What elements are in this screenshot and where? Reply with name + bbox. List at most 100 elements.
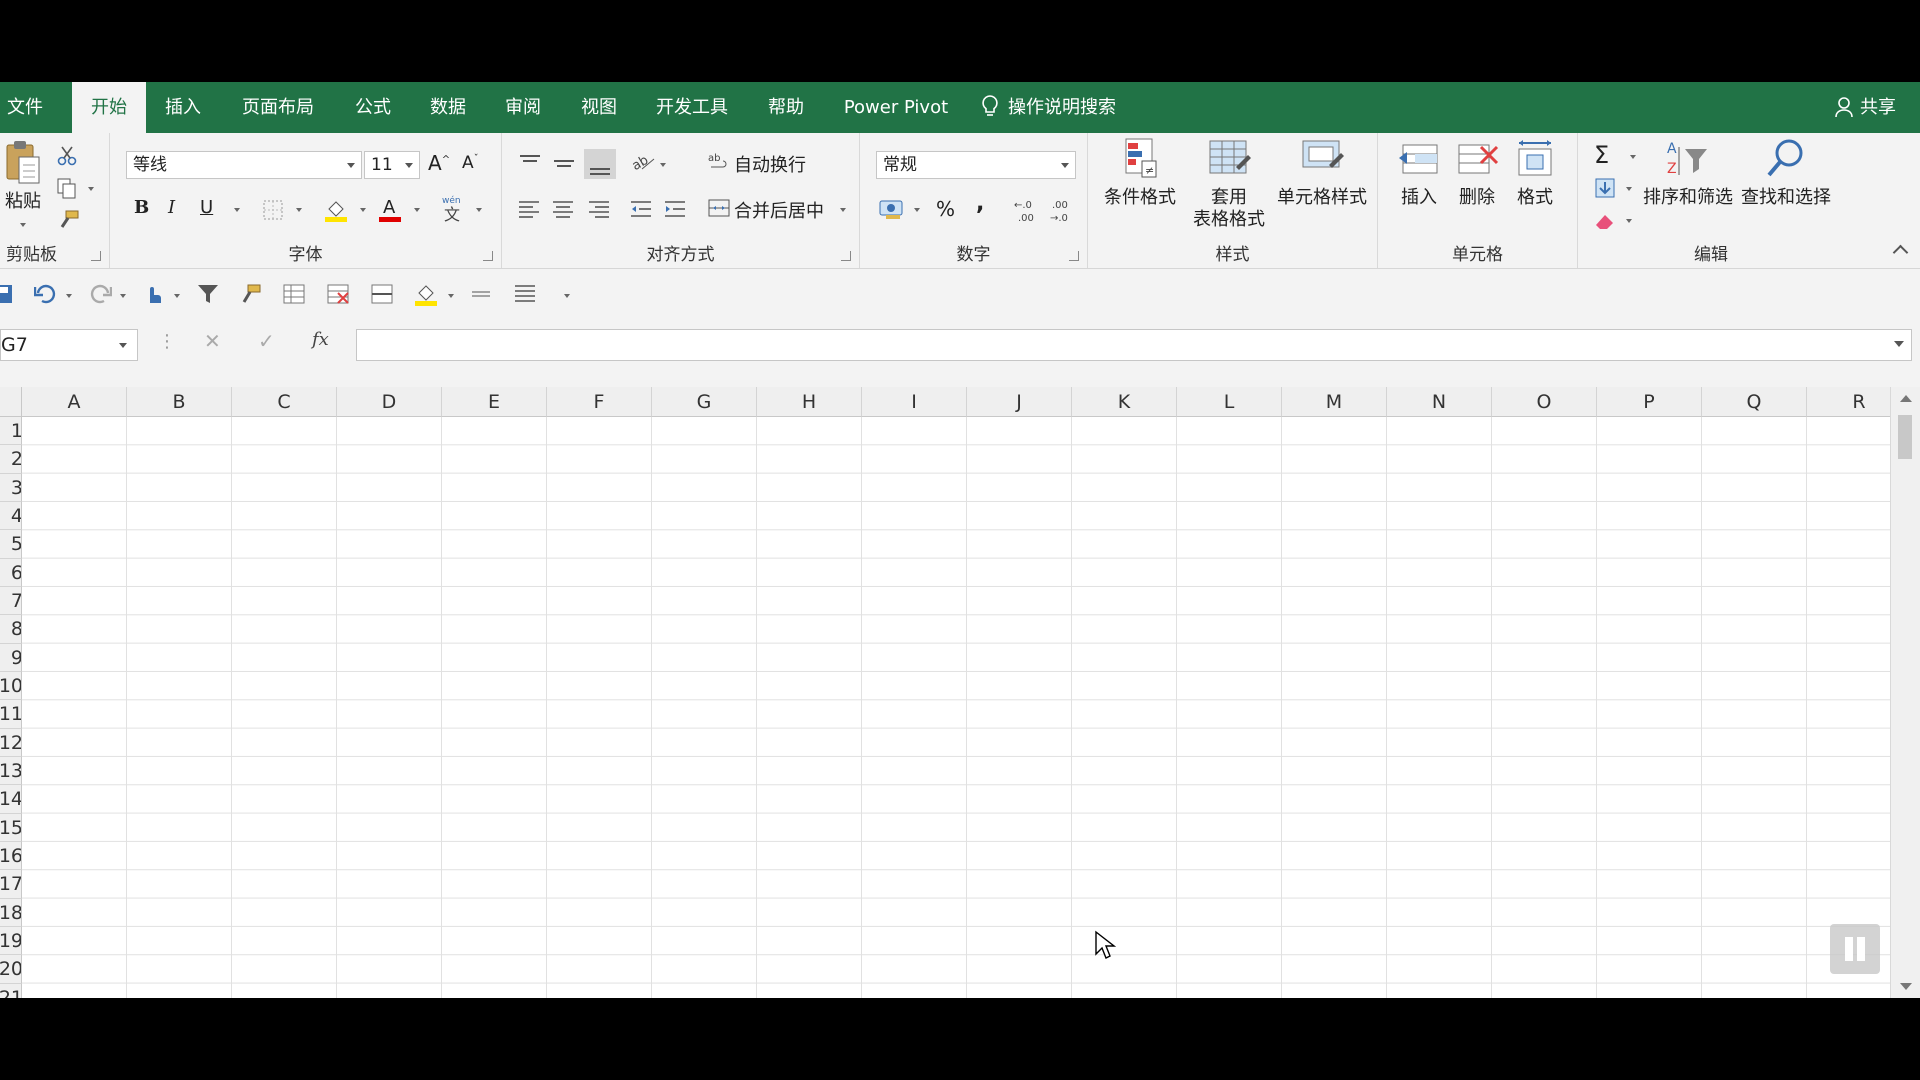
- alignment-launcher[interactable]: [841, 251, 851, 261]
- accounting-dropdown[interactable]: [914, 208, 920, 212]
- clipboard-launcher[interactable]: [91, 251, 101, 261]
- tab-developer[interactable]: 开发工具: [652, 82, 732, 133]
- align-center-icon[interactable]: [552, 199, 574, 219]
- row-header[interactable]: 2: [0, 445, 22, 474]
- merge-center-label[interactable]: 合并后居中: [734, 197, 824, 223]
- decrease-decimal-icon[interactable]: .00→.0: [1048, 197, 1076, 223]
- format-cells-button[interactable]: 格式: [1508, 137, 1562, 209]
- wrap-text-label[interactable]: 自动换行: [734, 151, 806, 177]
- decrease-indent-icon[interactable]: [630, 199, 652, 219]
- copy-icon[interactable]: [56, 177, 78, 199]
- align-left-icon[interactable]: [518, 199, 540, 219]
- row-header[interactable]: 6: [0, 558, 22, 587]
- fill-color-icon[interactable]: [324, 197, 348, 223]
- tab-insert[interactable]: 插入: [160, 82, 206, 133]
- conditional-formatting-button[interactable]: ≠ 条件格式: [1100, 137, 1180, 209]
- column-header[interactable]: G: [652, 387, 757, 417]
- font-size-combo[interactable]: 11: [364, 151, 420, 179]
- column-header[interactable]: I: [862, 387, 967, 417]
- align-top-icon[interactable]: [518, 153, 542, 173]
- row-header[interactable]: 19: [0, 926, 22, 956]
- collapse-ribbon-icon[interactable]: [1892, 244, 1909, 261]
- phonetic-guide-icon[interactable]: wén文: [440, 193, 466, 223]
- insert-cells-button[interactable]: 插入: [1392, 137, 1446, 209]
- cell-area[interactable]: [22, 417, 1890, 998]
- column-header[interactable]: P: [1597, 387, 1702, 417]
- cancel-icon[interactable]: ✕: [204, 329, 221, 353]
- touch-dropdown[interactable]: [174, 294, 180, 298]
- column-header[interactable]: B: [127, 387, 232, 417]
- expand-formula-bar-icon[interactable]: [1894, 341, 1904, 347]
- enter-icon[interactable]: ✓: [258, 329, 275, 353]
- fill-down-icon[interactable]: [1594, 177, 1616, 199]
- row-header[interactable]: 11: [0, 700, 22, 729]
- tell-me-search[interactable]: 操作说明搜索: [980, 82, 1116, 133]
- fill-dropdown[interactable]: [1626, 187, 1632, 191]
- font-color-dropdown[interactable]: [414, 208, 420, 212]
- comma-style-button[interactable]: ,: [976, 191, 984, 216]
- align-middle-icon[interactable]: [470, 285, 492, 303]
- row-header[interactable]: 16: [0, 841, 22, 871]
- number-launcher[interactable]: [1069, 251, 1079, 261]
- fill-color-icon[interactable]: [414, 281, 438, 307]
- bold-icon[interactable]: B: [134, 197, 149, 218]
- underline-dropdown[interactable]: [234, 208, 240, 212]
- vertical-scrollbar[interactable]: [1890, 387, 1920, 998]
- undo-icon[interactable]: [34, 283, 58, 305]
- accounting-format-icon[interactable]: [878, 197, 906, 221]
- column-header[interactable]: D: [337, 387, 442, 417]
- find-select-button[interactable]: 查找和选择: [1736, 137, 1836, 209]
- row-header[interactable]: 4: [0, 501, 22, 531]
- tab-power-pivot[interactable]: Power Pivot: [842, 82, 950, 133]
- column-header[interactable]: O: [1492, 387, 1597, 417]
- tab-page-layout[interactable]: 页面布局: [238, 82, 318, 133]
- merge-dropdown[interactable]: [840, 208, 846, 212]
- insert-function-button[interactable]: fx: [312, 329, 329, 350]
- cut-icon[interactable]: [56, 145, 78, 167]
- delete-rows-icon[interactable]: [326, 283, 350, 305]
- merge-center-icon[interactable]: [708, 197, 730, 219]
- paste-dropdown[interactable]: [20, 223, 26, 227]
- tab-view[interactable]: 视图: [576, 82, 622, 133]
- column-header[interactable]: E: [442, 387, 547, 417]
- tab-file[interactable]: 文件: [0, 82, 50, 133]
- align-bottom-icon[interactable]: [584, 149, 616, 179]
- scroll-thumb[interactable]: [1898, 415, 1912, 459]
- wrap-text-icon[interactable]: ab: [708, 151, 730, 173]
- fill-color-dropdown[interactable]: [360, 208, 366, 212]
- orientation-icon[interactable]: ab: [630, 151, 656, 173]
- row-header[interactable]: 14: [0, 785, 22, 814]
- row-header[interactable]: 17: [0, 870, 22, 899]
- cell-styles-button[interactable]: 单元格样式: [1272, 137, 1372, 209]
- copy-dropdown[interactable]: [88, 187, 94, 191]
- increase-font-icon[interactable]: A^: [428, 151, 450, 175]
- borders-dropdown[interactable]: [296, 208, 302, 212]
- column-header[interactable]: A: [22, 387, 127, 417]
- number-format-combo[interactable]: 常规: [876, 151, 1076, 179]
- borders-icon[interactable]: [262, 199, 284, 221]
- column-header[interactable]: J: [967, 387, 1072, 417]
- name-box[interactable]: G7: [0, 329, 138, 361]
- format-painter-icon[interactable]: [56, 209, 80, 231]
- column-header[interactable]: K: [1072, 387, 1177, 417]
- delete-cells-button[interactable]: 删除: [1450, 137, 1504, 209]
- decrease-font-icon[interactable]: Aˇ: [462, 153, 479, 173]
- row-height-icon[interactable]: [370, 283, 394, 305]
- eraser-icon[interactable]: [1594, 211, 1616, 231]
- fill-color-dropdown[interactable]: [448, 294, 454, 298]
- share-button[interactable]: 共享: [1834, 82, 1896, 133]
- tab-review[interactable]: 审阅: [500, 82, 546, 133]
- save-icon[interactable]: [0, 284, 14, 304]
- undo-dropdown[interactable]: [66, 294, 72, 298]
- orientation-dropdown[interactable]: [660, 163, 666, 167]
- row-header[interactable]: 3: [0, 473, 22, 502]
- formula-input[interactable]: [356, 329, 1912, 361]
- font-launcher[interactable]: [483, 251, 493, 261]
- row-header[interactable]: 13: [0, 756, 22, 786]
- tab-data[interactable]: 数据: [425, 82, 471, 133]
- scroll-down-icon[interactable]: [1900, 983, 1912, 990]
- tab-help[interactable]: 帮助: [763, 82, 809, 133]
- justify-icon[interactable]: [514, 283, 536, 305]
- tab-home[interactable]: 开始: [72, 82, 146, 133]
- touch-mode-icon[interactable]: [142, 283, 164, 305]
